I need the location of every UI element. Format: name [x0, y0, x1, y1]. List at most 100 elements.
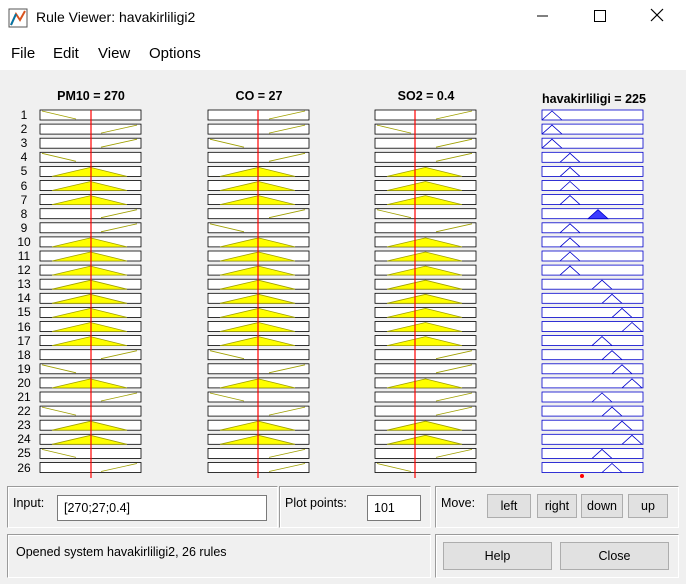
mf-box: [541, 391, 644, 403]
move-up-button[interactable]: up: [628, 494, 668, 518]
input-field[interactable]: [57, 495, 267, 521]
maximize-icon: [594, 10, 606, 22]
so2-rule-cell[interactable]: [374, 377, 477, 389]
mf-box: [541, 194, 644, 205]
so2-rule-cell[interactable]: [374, 166, 477, 177]
mf-box: [374, 109, 477, 121]
mf-box: [374, 222, 477, 234]
so2-rule-cell[interactable]: [374, 306, 477, 318]
output-rule-cell[interactable]: [541, 264, 644, 276]
menu-options[interactable]: Options: [149, 45, 201, 62]
output-rule-cell[interactable]: [541, 447, 644, 459]
menu-edit[interactable]: Edit: [53, 45, 79, 62]
mf-box: [541, 222, 644, 234]
rule-plot-area[interactable]: PM10 = 270 CO = 27 SO2 = 0.4 havakirlili…: [0, 70, 686, 478]
move-down-button[interactable]: down: [581, 494, 623, 518]
so2-rule-cell[interactable]: [374, 335, 477, 347]
mf-box: [541, 349, 644, 361]
so2-rule-cell[interactable]: [374, 405, 477, 417]
so2-rule-cell[interactable]: [374, 278, 477, 290]
output-rule-cell[interactable]: [541, 349, 644, 361]
status-panel: Opened system havakirliligi2, 26 rules: [7, 534, 431, 578]
mf-box: [541, 292, 644, 304]
output-rule-cell[interactable]: [541, 405, 644, 417]
mf-box: [374, 447, 477, 459]
so2-rule-cell[interactable]: [374, 419, 477, 431]
so2-rule-cell[interactable]: [374, 391, 477, 403]
menu-file[interactable]: File: [11, 45, 35, 62]
output-rule-cell[interactable]: [541, 377, 644, 389]
so2-rule-cell[interactable]: [374, 349, 477, 361]
move-left-button[interactable]: left: [487, 494, 531, 518]
mf-box: [374, 208, 477, 220]
maximize-button[interactable]: [577, 0, 623, 36]
output-indicator: [580, 474, 584, 478]
mf-box: [541, 462, 644, 473]
mf-box: [541, 419, 644, 431]
output-rule-cell[interactable]: [541, 250, 644, 262]
help-button[interactable]: Help: [443, 542, 552, 570]
so2-rule-cell[interactable]: [374, 321, 477, 332]
output-rule-cell[interactable]: [541, 109, 644, 121]
output-rule-cell[interactable]: [541, 321, 644, 332]
mf-box: [374, 151, 477, 163]
output-rule-cell[interactable]: [541, 363, 644, 375]
output-rule-cell[interactable]: [541, 433, 644, 445]
plot-points-field[interactable]: [367, 495, 421, 521]
mf-box: [541, 278, 644, 290]
output-rule-cell[interactable]: [541, 462, 644, 473]
rule-plots[interactable]: [0, 70, 686, 478]
so2-rule-cell[interactable]: [374, 151, 477, 163]
output-rule-cell[interactable]: [541, 194, 644, 205]
so2-rule-cell[interactable]: [374, 208, 477, 220]
close-window-button[interactable]: [634, 0, 680, 36]
mf-box: [374, 123, 477, 135]
output-rule-cell[interactable]: [541, 180, 644, 191]
matlab-icon: [8, 8, 28, 28]
output-rule-cell[interactable]: [541, 278, 644, 290]
output-rule-cell[interactable]: [541, 222, 644, 234]
output-rule-cell[interactable]: [541, 419, 644, 431]
mf-box: [541, 306, 644, 318]
mf-box: [541, 250, 644, 262]
output-rule-cell[interactable]: [541, 123, 644, 135]
mf-box: [374, 363, 477, 375]
so2-rule-cell[interactable]: [374, 264, 477, 276]
so2-rule-cell[interactable]: [374, 222, 477, 234]
menu-view[interactable]: View: [98, 45, 130, 62]
so2-rule-cell[interactable]: [374, 447, 477, 459]
mf-box: [541, 335, 644, 347]
so2-rule-cell[interactable]: [374, 194, 477, 206]
so2-rule-cell[interactable]: [374, 363, 477, 375]
output-rule-cell[interactable]: [541, 292, 644, 304]
so2-rule-cell[interactable]: [374, 109, 477, 121]
so2-rule-cell[interactable]: [374, 180, 477, 191]
minimize-icon: [537, 15, 548, 17]
output-rule-cell[interactable]: [541, 208, 644, 220]
move-panel: Move: left right down up: [435, 486, 679, 528]
mf-box: [541, 166, 644, 177]
input-panel: Input:: [7, 486, 278, 528]
menu-bar: File Edit View Options: [0, 36, 686, 70]
so2-rule-cell[interactable]: [374, 462, 477, 473]
mf-box: [541, 447, 644, 459]
so2-rule-cell[interactable]: [374, 137, 477, 149]
output-rule-cell[interactable]: [541, 151, 644, 163]
so2-rule-cell[interactable]: [374, 433, 477, 445]
output-rule-cell[interactable]: [541, 236, 644, 248]
minimize-button[interactable]: [520, 0, 566, 36]
output-rule-cell[interactable]: [541, 391, 644, 403]
so2-rule-cell[interactable]: [374, 236, 477, 248]
output-rule-cell[interactable]: [541, 166, 644, 177]
plot-points-panel: Plot points:: [279, 486, 431, 528]
so2-rule-cell[interactable]: [374, 250, 477, 262]
move-right-button[interactable]: right: [537, 494, 577, 518]
mf-box: [541, 151, 644, 163]
so2-rule-cell[interactable]: [374, 123, 477, 135]
output-rule-cell[interactable]: [541, 306, 644, 318]
so2-rule-cell[interactable]: [374, 292, 477, 304]
mf-box: [541, 123, 644, 135]
close-button[interactable]: Close: [560, 542, 669, 570]
output-rule-cell[interactable]: [541, 137, 644, 149]
output-rule-cell[interactable]: [541, 335, 644, 347]
